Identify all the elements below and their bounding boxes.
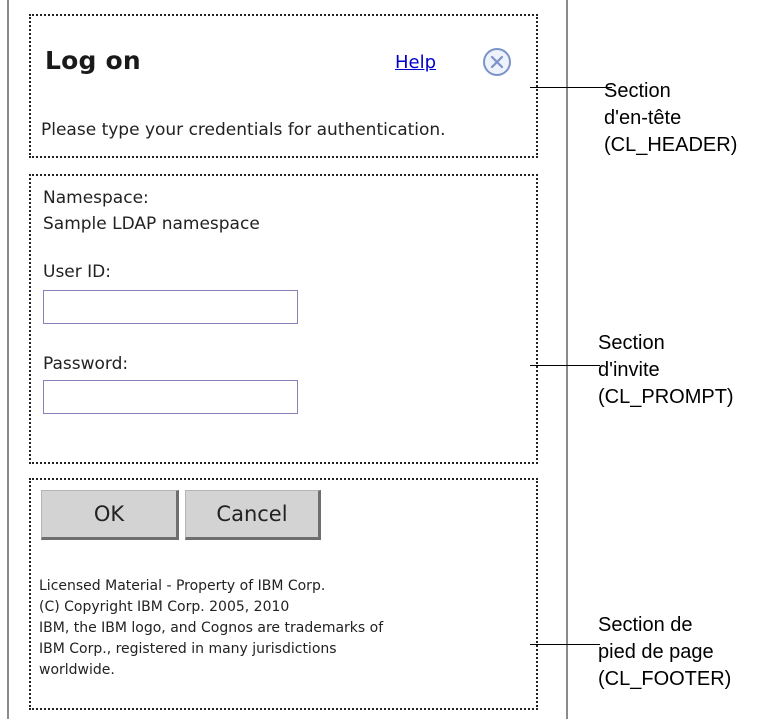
annotation-line: Section de <box>598 614 693 636</box>
password-label: Password: <box>43 354 129 374</box>
close-icon[interactable] <box>483 48 511 76</box>
footer-section: OK Cancel Licensed Material - Property o… <box>29 478 538 710</box>
footer-leader-line <box>530 644 600 645</box>
dialog-title: Log on <box>45 46 141 75</box>
user-id-input[interactable] <box>43 290 298 324</box>
annotation-line: (CL_FOOTER) <box>598 668 732 690</box>
annotation-line: Section <box>604 80 671 102</box>
ok-button[interactable]: OK <box>41 490 179 540</box>
dialog-subtitle: Please type your credentials for authent… <box>41 120 446 140</box>
password-input[interactable] <box>43 380 298 414</box>
help-link[interactable]: Help <box>395 52 436 73</box>
annotation-line: (CL_HEADER) <box>604 134 738 156</box>
prompt-leader-line <box>530 365 600 366</box>
cancel-button[interactable]: Cancel <box>185 490 321 540</box>
annotation-line: d'invite <box>598 359 660 381</box>
legal-line: worldwide. <box>39 662 115 678</box>
legal-line: (C) Copyright IBM Corp. 2005, 2010 <box>39 599 290 615</box>
legal-line: Licensed Material - Property of IBM Corp… <box>39 578 326 594</box>
prompt-annotation: Section d'invite (CL_PROMPT) <box>598 330 734 411</box>
logon-dialog: Log on Help Please type your credentials… <box>7 0 568 719</box>
header-leader-line <box>530 87 612 88</box>
annotation-line: pied de page <box>598 641 714 663</box>
footer-annotation: Section de pied de page (CL_FOOTER) <box>598 612 731 693</box>
header-annotation: Section d'en-tête (CL_HEADER) <box>604 78 737 159</box>
namespace-value: Sample LDAP namespace <box>43 214 260 234</box>
annotation-line: Section <box>598 332 665 354</box>
legal-line: IBM Corp., registered in many jurisdicti… <box>39 641 337 657</box>
legal-line: IBM, the IBM logo, and Cognos are tradem… <box>39 620 384 636</box>
prompt-section: Namespace: Sample LDAP namespace User ID… <box>29 174 538 464</box>
header-section: Log on Help Please type your credentials… <box>29 14 538 158</box>
user-id-label: User ID: <box>43 262 111 282</box>
annotation-line: d'en-tête <box>604 107 682 129</box>
annotation-line: (CL_PROMPT) <box>598 386 734 408</box>
namespace-label: Namespace: <box>43 188 149 208</box>
